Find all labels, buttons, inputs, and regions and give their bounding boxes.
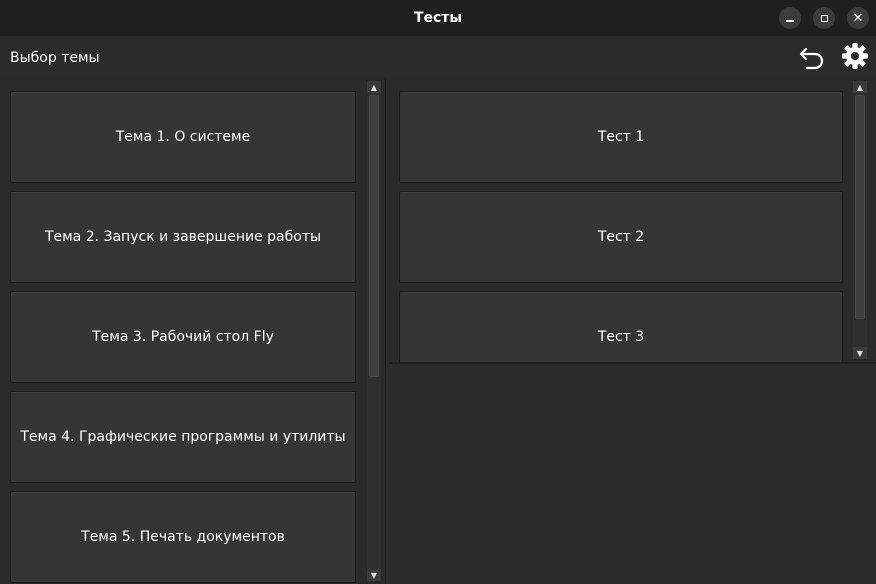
topic-button-5[interactable]: Тема 5. Печать документов — [10, 491, 356, 583]
topic-button-1[interactable]: Тема 1. О системе — [10, 91, 356, 183]
topics-scrollbar[interactable]: ▲ ▼ — [367, 81, 381, 581]
close-button[interactable]: ✕ — [847, 7, 869, 29]
tests-scrollbar[interactable]: ▲ ▼ — [853, 81, 867, 359]
test-button-3[interactable]: Тест 3 — [399, 291, 843, 362]
scroll-up-icon[interactable]: ▲ — [853, 81, 867, 93]
scroll-up-icon[interactable]: ▲ — [367, 81, 381, 93]
scroll-down-icon[interactable]: ▼ — [367, 569, 381, 581]
toolbar: Выбор темы — [0, 36, 876, 74]
maximize-button[interactable] — [813, 7, 835, 29]
empty-area — [389, 364, 876, 584]
section-label: Выбор темы — [10, 50, 100, 66]
back-button[interactable] — [797, 41, 827, 71]
minimize-button[interactable] — [779, 7, 801, 29]
gear-icon — [842, 43, 868, 69]
topics-list: Тема 1. О системе Тема 2. Запуск и завер… — [0, 78, 386, 584]
close-icon: ✕ — [852, 10, 864, 26]
scroll-thumb[interactable] — [855, 95, 865, 319]
app-window: Тесты ✕ Выбор темы Тема 1. О системе Тем… — [0, 0, 876, 584]
settings-button[interactable] — [840, 41, 870, 71]
window-title: Тесты — [413, 10, 463, 26]
title-bar: Тесты ✕ — [0, 0, 876, 36]
topic-button-2[interactable]: Тема 2. Запуск и завершение работы — [10, 191, 356, 283]
scroll-down-icon[interactable]: ▼ — [853, 347, 867, 359]
test-button-1[interactable]: Тест 1 — [399, 91, 843, 183]
topic-button-4[interactable]: Тема 4. Графические программы и утилиты — [10, 391, 356, 483]
minimize-icon — [786, 20, 794, 22]
tests-list: Тест 1 Тест 2 Тест 3 ▲ ▼ — [389, 78, 876, 364]
test-button-2[interactable]: Тест 2 — [399, 191, 843, 283]
maximize-icon — [820, 14, 828, 22]
topic-button-3[interactable]: Тема 3. Рабочий стол Fly — [10, 291, 356, 383]
back-arrow-icon — [799, 47, 824, 70]
scroll-thumb[interactable] — [369, 95, 379, 377]
